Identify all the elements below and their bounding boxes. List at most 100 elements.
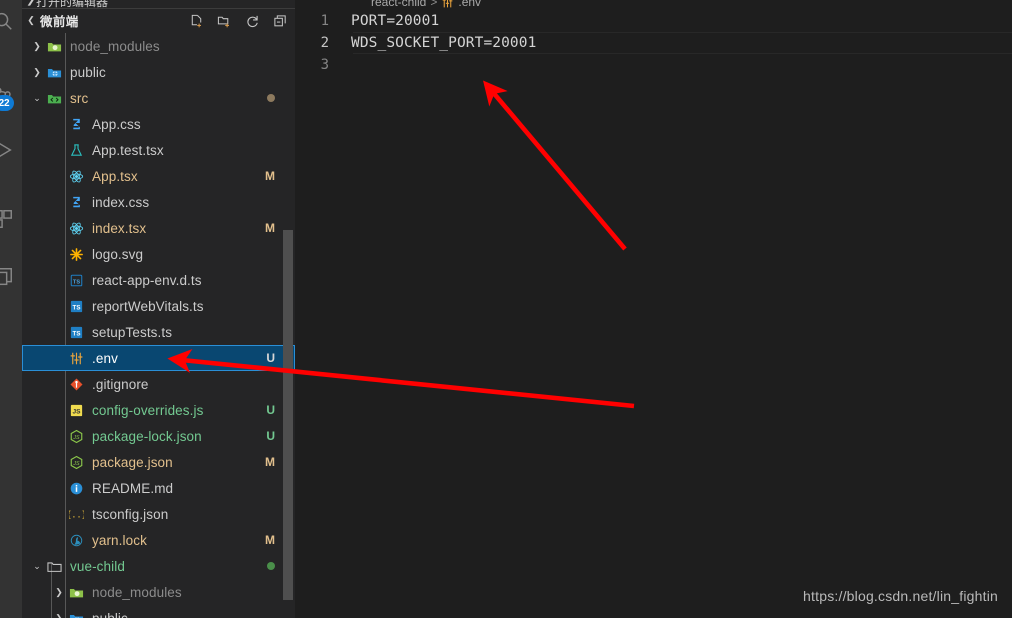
- breadcrumb-project[interactable]: react-child: [371, 0, 426, 9]
- tree-item-label: index.css: [92, 194, 150, 210]
- tree-file-row[interactable]: index.tsx M: [22, 215, 295, 241]
- tree-item-label: public: [70, 64, 106, 80]
- tree-item-label: src: [70, 90, 89, 106]
- code-line-text: WDS_SOCKET_PORT=20001: [351, 35, 537, 51]
- tree-file-row[interactable]: App.test.tsx: [22, 137, 295, 163]
- project-title: 微前端: [40, 15, 79, 29]
- run-debug-icon[interactable]: [0, 131, 22, 169]
- tree-item-label: tsconfig.json: [92, 506, 169, 522]
- tree-item-label: logo.svg: [92, 246, 144, 262]
- tree-file-row[interactable]: JS config-overrides.js U: [22, 397, 295, 423]
- new-folder-icon[interactable]: [213, 10, 235, 32]
- tree-file-row[interactable]: JS package.json M: [22, 449, 295, 475]
- remote-explorer-icon[interactable]: [0, 258, 22, 296]
- extensions-icon[interactable]: [0, 200, 22, 238]
- tree-file-row[interactable]: .gitignore: [22, 371, 295, 397]
- tree-file-row[interactable]: {..} tsconfig.json: [22, 501, 295, 527]
- editor-pane: react-child > .env 1 PORT=20001 2 WDS_SOCKE…: [295, 0, 1012, 618]
- code-line[interactable]: 3: [295, 54, 1012, 76]
- tree-item-label: App.test.tsx: [92, 142, 164, 158]
- tree-item-label: package-lock.json: [92, 428, 202, 444]
- code-line[interactable]: 2 WDS_SOCKET_PORT=20001: [295, 32, 1012, 54]
- tree-item-label: README.md: [92, 480, 174, 496]
- tree-item-label: index.tsx: [92, 220, 147, 236]
- tree-item-label: config-overrides.js: [92, 402, 204, 418]
- git-icon: [66, 377, 86, 392]
- tree-file-row[interactable]: logo.svg: [22, 241, 295, 267]
- json-icon: {..}: [66, 507, 86, 522]
- ts-icon: TS: [66, 325, 86, 340]
- chevron-right-icon[interactable]: ❯: [30, 41, 44, 52]
- tree-file-row[interactable]: yarn.lock M: [22, 527, 295, 553]
- refresh-icon[interactable]: [241, 10, 263, 32]
- tree-file-row[interactable]: index.css: [22, 189, 295, 215]
- file-tree[interactable]: ❯ node_modules ❯ public ⌄ src App.css App.test.…: [22, 33, 295, 618]
- watermark-text: https://blog.csdn.net/lin_fightin: [803, 588, 998, 604]
- svg-text:TS: TS: [72, 330, 80, 337]
- code-line[interactable]: 1 PORT=20001: [295, 10, 1012, 32]
- folder-change-dot: [267, 94, 275, 102]
- ts-def-icon: TS: [66, 273, 86, 288]
- open-editors-label: 打开的编辑器: [36, 0, 109, 8]
- tree-folder-row[interactable]: ❯ public: [22, 605, 295, 618]
- activity-bar: 22: [0, 0, 22, 618]
- chevron-right-icon[interactable]: ❯: [30, 67, 44, 78]
- svg-text:{..}: {..}: [69, 509, 84, 519]
- tree-file-row[interactable]: App.tsx M: [22, 163, 295, 189]
- tree-folder-row[interactable]: ❯ node_modules: [22, 579, 295, 605]
- open-editors-section-clipped[interactable]: ❯ 打开的编辑器: [22, 0, 295, 8]
- explorer-section-header[interactable]: ❮ 微前端: [22, 8, 295, 32]
- svg-text:JS: JS: [72, 460, 80, 466]
- collapse-all-icon[interactable]: [269, 10, 291, 32]
- chevron-right-icon[interactable]: ❯: [52, 587, 66, 598]
- tree-item-label: .env: [92, 350, 118, 366]
- search-icon[interactable]: [0, 2, 22, 40]
- tree-item-label: yarn.lock: [92, 532, 147, 548]
- react-icon: [66, 221, 86, 236]
- nodejs-icon: JS: [66, 429, 86, 444]
- tree-file-row[interactable]: JS package-lock.json U: [22, 423, 295, 449]
- tree-item-label: setupTests.ts: [92, 324, 173, 340]
- tree-file-row[interactable]: TS reportWebVitals.ts: [22, 293, 295, 319]
- tree-file-row[interactable]: TS setupTests.ts: [22, 319, 295, 345]
- tree-item-label: reportWebVitals.ts: [92, 298, 204, 314]
- line-number: 2: [320, 35, 329, 51]
- css-icon: [66, 195, 86, 210]
- tree-folder-row[interactable]: ⌄ src: [22, 85, 295, 111]
- folder-public-icon: [66, 611, 86, 618]
- ts-icon: TS: [66, 299, 86, 314]
- tree-folder-row[interactable]: ❯ node_modules: [22, 33, 295, 59]
- breadcrumb-file[interactable]: .env: [458, 0, 481, 9]
- tree-file-row[interactable]: TS react-app-env.d.ts: [22, 267, 295, 293]
- chevron-down-icon[interactable]: ⌄: [30, 93, 44, 104]
- env-icon: [441, 0, 454, 9]
- code-editor[interactable]: 1 PORT=20001 2 WDS_SOCKET_PORT=20001 3: [295, 10, 1012, 76]
- chevron-down-icon[interactable]: ⌄: [30, 561, 44, 572]
- svg-text:JS: JS: [72, 408, 81, 415]
- vscode-window: 22 ❯ 打开的编辑器 ❮ 微前端 ❯ node_modules ❯ publi…: [0, 0, 1012, 618]
- yarn-icon: [66, 533, 86, 548]
- new-file-icon[interactable]: [185, 10, 207, 32]
- react-icon: [66, 169, 86, 184]
- chevron-right-icon[interactable]: ❯: [52, 613, 66, 618]
- folder-public-icon: [44, 65, 64, 80]
- folder-change-dot: [267, 562, 275, 570]
- git-status-badge: M: [265, 533, 275, 547]
- tree-item-label: node_modules: [92, 584, 182, 600]
- svg-text:TS: TS: [72, 304, 80, 311]
- chevron-right-icon: ❯: [26, 0, 36, 6]
- tree-folder-row[interactable]: ⌄ vue-child: [22, 553, 295, 579]
- tree-item-label: react-app-env.d.ts: [92, 272, 202, 288]
- tree-file-row[interactable]: README.md: [22, 475, 295, 501]
- tree-folder-row[interactable]: ❯ public: [22, 59, 295, 85]
- git-status-badge: U: [266, 351, 275, 365]
- line-number: 3: [320, 57, 329, 73]
- git-status-badge: M: [265, 455, 275, 469]
- sidebar-scrollbar[interactable]: [283, 230, 293, 600]
- tree-item-label: App.tsx: [92, 168, 138, 184]
- chevron-down-icon: ❮: [27, 15, 35, 25]
- js-icon: JS: [66, 403, 86, 418]
- svg-icon: [66, 247, 86, 262]
- tree-file-row[interactable]: App.css: [22, 111, 295, 137]
- tree-file-row[interactable]: .env U: [22, 345, 295, 371]
